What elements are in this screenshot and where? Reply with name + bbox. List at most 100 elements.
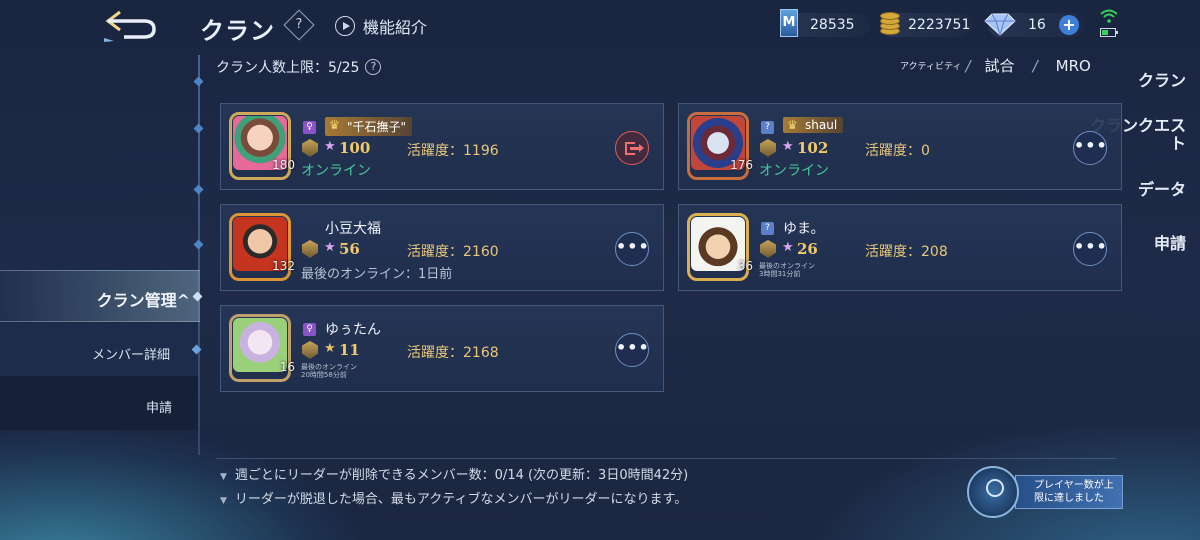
member-limit: クラン人数上限：5/25 ? <box>216 57 382 77</box>
rank-stars: 26 <box>797 240 818 258</box>
more-options-button[interactable]: ••• <box>1073 232 1107 266</box>
member-card[interactable]: 180 ♀ ♛ "千石撫子" ★ 100 活躍度：1196 オンライン <box>220 103 664 190</box>
rank-badge-icon <box>760 139 776 157</box>
member-card[interactable]: 176 ? ♛ shaul ★ 102 活躍度：0 オンライン ••• <box>678 103 1122 190</box>
gender-unknown-icon: ? <box>761 121 774 134</box>
exit-arrow-icon <box>630 144 644 152</box>
sidebar-subitem-member-details[interactable]: メンバー詳細 <box>92 344 170 363</box>
rank-badge-icon <box>302 341 318 359</box>
player-level: 180 <box>272 158 295 172</box>
member-name: 小豆大福 <box>325 221 381 237</box>
diamond-icon <box>984 13 1016 36</box>
avatar[interactable]: 36 <box>687 213 753 281</box>
m-points-icon: M <box>780 9 798 37</box>
sidebar-subitem-application[interactable]: 申請 <box>146 397 172 416</box>
tab-match[interactable]: 試合 <box>985 55 1015 76</box>
activity-score: 活躍度：208 <box>865 244 948 260</box>
leave-clan-button[interactable] <box>615 131 649 165</box>
sort-tabs: アクティビティ / 試合 / MRO <box>900 55 1091 76</box>
crown-icon: ♛ <box>787 118 798 132</box>
sidebar-divider <box>198 55 200 455</box>
member-card[interactable]: 16 ♀ ゆぅたん ★ 11 活躍度：2168 最後のオンライン 20時間58分… <box>220 305 664 392</box>
activity-score: 活躍度：0 <box>865 143 930 159</box>
last-online-time: 20時間58分前 <box>301 371 347 379</box>
footer-divider <box>216 458 1116 459</box>
member-card[interactable]: 36 ? ゆま。 ★ 26 活躍度：208 最後のオンライン 3時間31分前 •… <box>678 204 1122 291</box>
page-title: クラン <box>200 16 275 45</box>
back-button[interactable] <box>100 8 162 42</box>
avatar[interactable]: 176 <box>687 112 753 180</box>
member-card[interactable]: 132 小豆大福 ★ 56 活躍度：2160 最後のオンライン：1日前 ••• <box>220 204 664 291</box>
rank-badge-icon <box>302 139 318 157</box>
rank-stars: 56 <box>339 240 360 258</box>
wifi-icon <box>1100 9 1118 23</box>
tab-separator: / <box>965 56 971 75</box>
player-level: 36 <box>737 259 753 273</box>
feature-intro-button[interactable]: 機能紹介 <box>335 14 427 38</box>
last-online-time: 3時間31分前 <box>759 270 801 278</box>
player-limit-line2: 限に達しました <box>1034 493 1104 504</box>
rank-badge-icon <box>302 240 318 258</box>
avatar[interactable]: 180 <box>229 112 295 180</box>
online-status: オンライン <box>301 163 371 179</box>
add-diamonds-button[interactable]: + <box>1059 15 1079 35</box>
player-limit-banner[interactable]: プレイヤー数が上 限に達しました <box>1015 475 1123 509</box>
help-icon: ? <box>295 17 303 32</box>
crown-icon: ♛ <box>329 118 340 132</box>
star-icon: ★ <box>324 341 336 356</box>
rank-stars: 102 <box>797 139 829 157</box>
player-level: 132 <box>272 259 295 273</box>
last-online-status: 最後のオンライン：1日前 <box>301 267 453 282</box>
more-options-button[interactable]: ••• <box>615 232 649 266</box>
rank-stars: 100 <box>339 139 371 157</box>
rank-stars: 11 <box>339 341 360 359</box>
activity-score: 活躍度：1196 <box>407 143 499 159</box>
tab-separator: / <box>1032 56 1038 75</box>
rank-badge-icon <box>760 240 776 258</box>
member-name: shaul <box>805 118 838 132</box>
avatar[interactable]: 16 <box>229 314 295 382</box>
sidebar-item-application[interactable]: 申請 <box>1154 235 1186 253</box>
sidebar-item-clan-management[interactable]: クラン管理^ <box>0 270 200 322</box>
help-icon[interactable]: ? <box>365 59 382 75</box>
star-icon: ★ <box>324 240 336 255</box>
tab-mro[interactable]: MRO <box>1056 57 1091 75</box>
last-online-label: 最後のオンライン <box>301 363 357 371</box>
recruit-player-icon[interactable] <box>967 466 1019 518</box>
m-points-value: 28535 <box>810 17 855 33</box>
more-options-button[interactable]: ••• <box>615 333 649 367</box>
member-name: ゆま。 <box>783 221 825 237</box>
leader-leave-note: リーダーが脱退した場合、最もアクティブなメンバーがリーダーになります。 <box>220 488 687 507</box>
online-status: オンライン <box>759 163 829 179</box>
leader-name-tag: ♛ "千石撫子" <box>325 117 413 136</box>
sidebar-item-label: クラン管理^ <box>96 291 190 310</box>
back-arrow-icon <box>104 10 156 42</box>
last-online-label: 最後のオンライン <box>759 262 815 270</box>
weekly-removal-note: 週ごとにリーダーが削除できるメンバー数：0/14 (次の更新：3日0時間42分) <box>220 464 688 483</box>
battery-icon <box>1100 28 1118 37</box>
last-online-status: 最後のオンライン 3時間31分前 <box>759 262 815 278</box>
leader-name-tag: ♛ shaul <box>783 117 844 133</box>
tab-activity[interactable]: アクティビティ <box>900 59 961 72</box>
gold-value: 2223751 <box>908 17 971 33</box>
player-level: 16 <box>279 360 295 374</box>
star-icon: ★ <box>782 240 794 255</box>
last-online-status: 最後のオンライン 20時間58分前 <box>301 363 357 379</box>
player-level: 176 <box>730 158 753 172</box>
member-name: ゆぅたん <box>325 322 381 338</box>
star-icon: ★ <box>324 139 336 154</box>
star-icon: ★ <box>782 139 794 154</box>
sidebar-item-data[interactable]: データ <box>1138 181 1186 199</box>
gold-coin-icon <box>878 11 902 37</box>
sidebar-item-clan[interactable]: クラン <box>1138 72 1186 90</box>
more-options-button[interactable]: ••• <box>1073 131 1107 165</box>
member-limit-label: クラン人数上限：5/25 <box>216 60 360 76</box>
activity-score: 活躍度：2168 <box>407 345 499 361</box>
activity-score: 活躍度：2160 <box>407 244 499 260</box>
feature-intro-label: 機能紹介 <box>363 18 428 37</box>
play-icon <box>335 16 355 36</box>
player-limit-line1: プレイヤー数が上 <box>1034 480 1114 491</box>
member-name: "千石撫子" <box>347 120 407 134</box>
avatar[interactable]: 132 <box>229 213 295 281</box>
gender-female-icon: ♀ <box>303 121 316 134</box>
